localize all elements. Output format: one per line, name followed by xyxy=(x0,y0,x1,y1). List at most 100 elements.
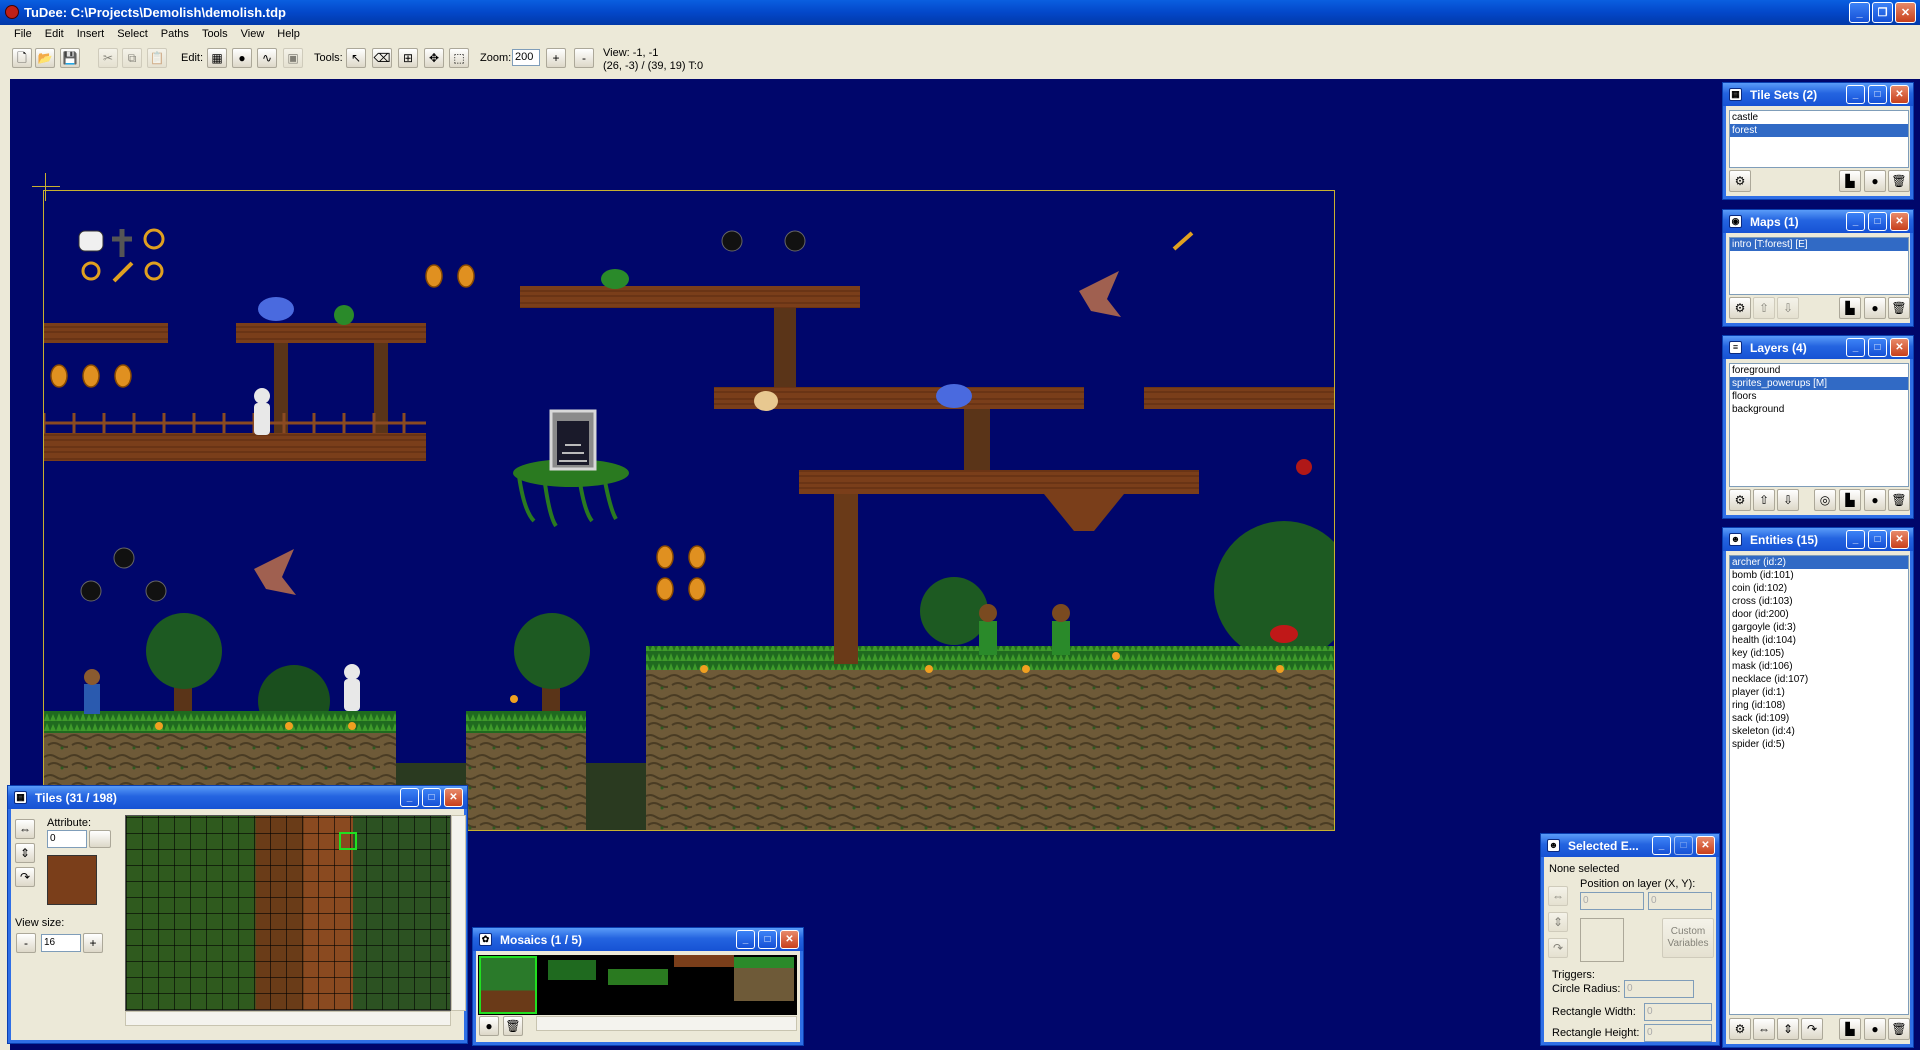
mosaic-delete-icon[interactable]: 🗑 xyxy=(503,1016,523,1036)
sel-flip-v-icon[interactable]: ⇕ xyxy=(1548,912,1568,932)
entity-item-key[interactable]: key (id:105) xyxy=(1730,647,1908,660)
mosaic-item-platform[interactable] xyxy=(674,955,734,967)
layer-item-foreground[interactable]: foreground xyxy=(1730,364,1908,377)
select-tool-icon[interactable]: ⬚ xyxy=(449,48,469,68)
entity-item-coin[interactable]: coin (id:102) xyxy=(1730,582,1908,595)
edit-tiles-icon[interactable]: ▦ xyxy=(207,48,227,68)
copy-icon[interactable]: ⧉ xyxy=(122,48,142,68)
zoom-input[interactable]: 200 xyxy=(512,49,540,66)
open-folder-icon[interactable]: 📂 xyxy=(35,48,55,68)
layer-visibility-icon[interactable]: ◎ xyxy=(1814,489,1836,511)
mosaic-strip[interactable] xyxy=(478,955,797,1015)
entity-item-ring[interactable]: ring (id:108) xyxy=(1730,699,1908,712)
map-delete-icon[interactable]: 🗑 xyxy=(1888,297,1910,319)
entities-list[interactable]: archer (id:2) bomb (id:101) coin (id:102… xyxy=(1729,555,1909,1015)
entity-item-health[interactable]: health (id:104) xyxy=(1730,634,1908,647)
selected-minimize-button[interactable]: _ xyxy=(1652,836,1671,855)
maps-maximize-button[interactable]: □ xyxy=(1868,212,1887,231)
selected-maximize-button[interactable]: □ xyxy=(1674,836,1693,855)
edit-mosaic-icon[interactable]: ▣ xyxy=(283,48,303,68)
tile-flip-h-icon[interactable]: ⇔ xyxy=(15,819,35,839)
position-y-input[interactable]: 0 xyxy=(1648,892,1712,910)
mosaic-add-icon[interactable]: ● xyxy=(479,1016,499,1036)
move-tool-icon[interactable]: ✥ xyxy=(424,48,444,68)
map-move-up-icon[interactable]: ⇧ xyxy=(1753,297,1775,319)
tiles-vscrollbar[interactable] xyxy=(451,815,466,1011)
minimize-button[interactable]: _ xyxy=(1849,2,1870,23)
tilesets-maximize-button[interactable]: □ xyxy=(1868,85,1887,104)
restore-button[interactable]: ❐ xyxy=(1872,2,1893,23)
map-move-down-icon[interactable]: ⇩ xyxy=(1777,297,1799,319)
paste-icon[interactable]: 📋 xyxy=(147,48,167,68)
edit-entities-icon[interactable]: ● xyxy=(232,48,252,68)
entity-factory-icon[interactable]: ▙ xyxy=(1839,1018,1861,1040)
menu-tools[interactable]: Tools xyxy=(196,25,235,44)
view-size-plus-button[interactable]: + xyxy=(83,933,103,953)
layer-factory-icon[interactable]: ▙ xyxy=(1839,489,1861,511)
mosaics-hscrollbar[interactable] xyxy=(536,1016,797,1031)
menu-view[interactable]: View xyxy=(235,25,272,44)
tileset-add-icon[interactable]: ● xyxy=(1864,170,1886,192)
attribute-picker-button[interactable] xyxy=(89,830,111,848)
tileset-delete-icon[interactable]: 🗑 xyxy=(1888,170,1910,192)
grid-tool-icon[interactable]: ⊞ xyxy=(398,48,418,68)
maps-minimize-button[interactable]: _ xyxy=(1846,212,1865,231)
entities-maximize-button[interactable]: □ xyxy=(1868,530,1887,549)
cut-icon[interactable]: ✂ xyxy=(98,48,118,68)
entity-item-gargoyle[interactable]: gargoyle (id:3) xyxy=(1730,621,1908,634)
menu-file[interactable]: File xyxy=(8,25,39,44)
map-add-icon[interactable]: ● xyxy=(1864,297,1886,319)
view-size-input[interactable]: 16 xyxy=(41,934,81,952)
tilesets-list[interactable]: castle forest xyxy=(1729,110,1909,168)
entity-item-door[interactable]: door (id:200) xyxy=(1730,608,1908,621)
sel-flip-h-icon[interactable]: ⇔ xyxy=(1548,886,1568,906)
sel-rotate-icon[interactable]: ↷ xyxy=(1548,938,1568,958)
rect-height-input[interactable]: 0 xyxy=(1644,1024,1712,1042)
layer-add-icon[interactable]: ● xyxy=(1864,489,1886,511)
attribute-input[interactable]: 0 xyxy=(47,830,87,848)
entity-item-archer[interactable]: archer (id:2) xyxy=(1730,556,1908,569)
menu-paths[interactable]: Paths xyxy=(155,25,196,44)
entity-item-necklace[interactable]: necklace (id:107) xyxy=(1730,673,1908,686)
layers-close-button[interactable]: ✕ xyxy=(1890,338,1909,357)
layers-maximize-button[interactable]: □ xyxy=(1868,338,1887,357)
maps-list[interactable]: intro [T:forest] [E] xyxy=(1729,237,1909,295)
layer-settings-icon[interactable]: ⚙ xyxy=(1729,489,1751,511)
entity-settings-icon[interactable]: ⚙ xyxy=(1729,1018,1751,1040)
zoom-out-button[interactable]: - xyxy=(574,48,594,68)
layer-move-up-icon[interactable]: ⇧ xyxy=(1753,489,1775,511)
layer-delete-icon[interactable]: 🗑 xyxy=(1888,489,1910,511)
entity-item-sack[interactable]: sack (id:109) xyxy=(1730,712,1908,725)
tilesets-close-button[interactable]: ✕ xyxy=(1890,85,1909,104)
selected-close-button[interactable]: ✕ xyxy=(1696,836,1715,855)
map-settings-icon[interactable]: ⚙ xyxy=(1729,297,1751,319)
circle-radius-input[interactable]: 0 xyxy=(1624,980,1694,998)
maps-close-button[interactable]: ✕ xyxy=(1890,212,1909,231)
entity-item-cross[interactable]: cross (id:103) xyxy=(1730,595,1908,608)
map-canvas[interactable] xyxy=(43,190,1335,831)
tiles-close-button[interactable]: ✕ xyxy=(444,788,463,807)
zoom-in-button[interactable]: + xyxy=(546,48,566,68)
mosaics-maximize-button[interactable]: □ xyxy=(758,930,777,949)
entity-rotate-icon[interactable]: ↷ xyxy=(1801,1018,1823,1040)
new-file-icon[interactable]: 🗋 xyxy=(12,48,32,68)
layer-move-down-icon[interactable]: ⇩ xyxy=(1777,489,1799,511)
entity-flip-h-icon[interactable]: ⇔ xyxy=(1753,1018,1775,1040)
entity-delete-icon[interactable]: 🗑 xyxy=(1888,1018,1910,1040)
edit-paths-icon[interactable]: ∿ xyxy=(257,48,277,68)
close-button[interactable]: ✕ xyxy=(1895,2,1916,23)
eraser-tool-icon[interactable]: ⌫ xyxy=(372,48,392,68)
pointer-tool-icon[interactable]: ↖ xyxy=(346,48,366,68)
rect-width-input[interactable]: 0 xyxy=(1644,1003,1712,1021)
tile-palette[interactable] xyxy=(125,815,451,1011)
entity-item-skeleton[interactable]: skeleton (id:4) xyxy=(1730,725,1908,738)
entity-item-bomb[interactable]: bomb (id:101) xyxy=(1730,569,1908,582)
tiles-hscrollbar[interactable] xyxy=(125,1011,451,1026)
mosaics-close-button[interactable]: ✕ xyxy=(780,930,799,949)
tiles-minimize-button[interactable]: _ xyxy=(400,788,419,807)
mosaic-item-block[interactable] xyxy=(734,957,794,1001)
mosaic-item-island[interactable] xyxy=(608,969,668,985)
layers-list[interactable]: foreground sprites_powerups [M] floors b… xyxy=(1729,363,1909,487)
tileset-factory-icon[interactable]: ▙ xyxy=(1839,170,1861,192)
menu-edit[interactable]: Edit xyxy=(39,25,71,44)
